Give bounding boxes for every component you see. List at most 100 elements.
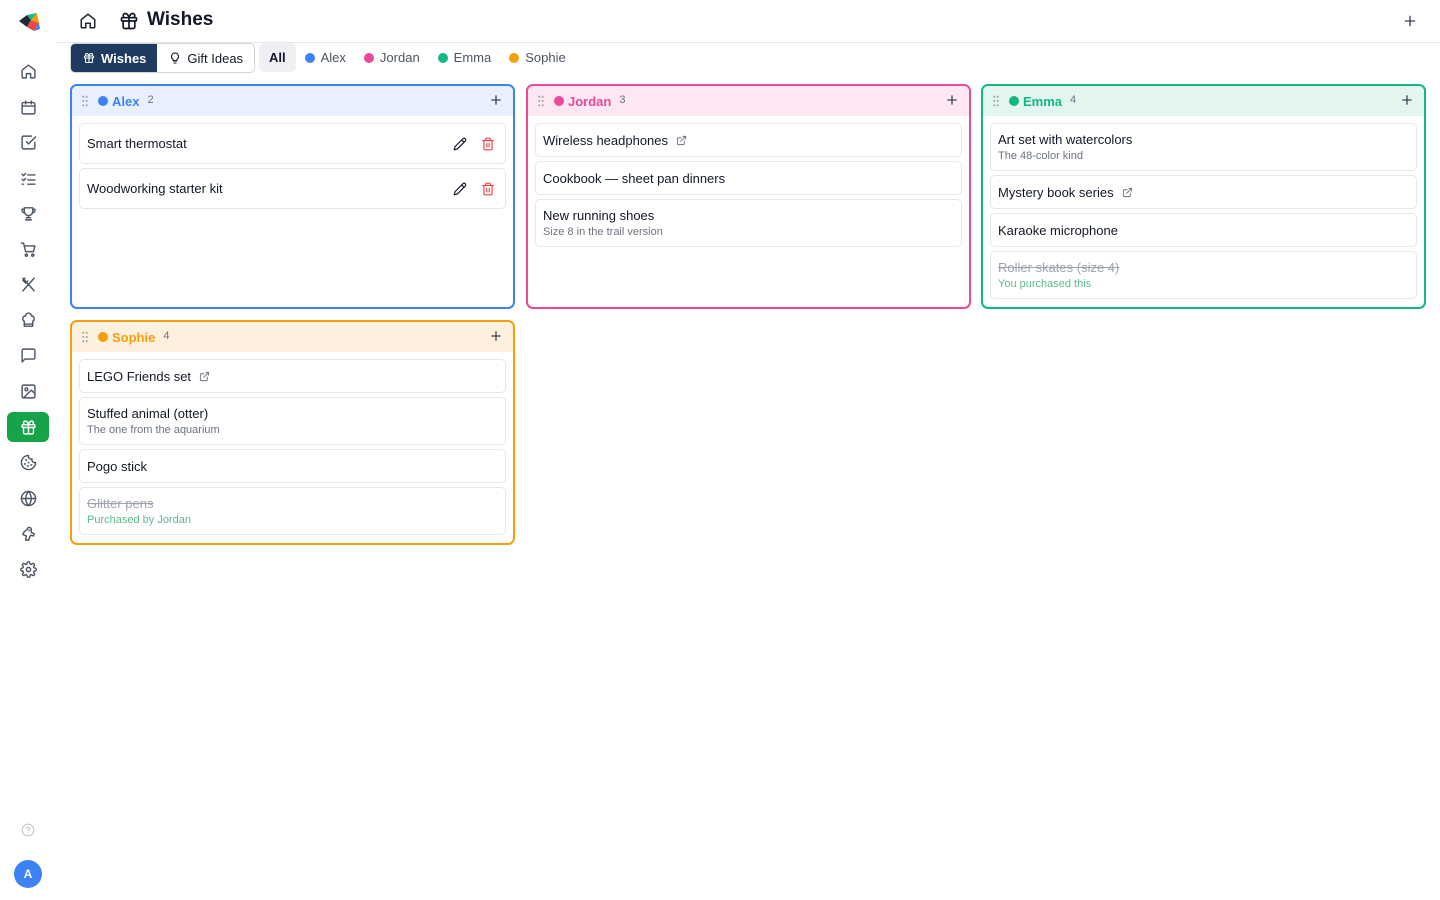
plus-icon[interactable] — [1402, 13, 1418, 29]
wish-title: Woodworking starter kit — [87, 181, 223, 196]
column-header: Sophie 4 — [72, 322, 513, 352]
item-actions — [453, 137, 495, 151]
column-name: Alex — [112, 93, 140, 109]
filter-alex-label: Alex — [320, 50, 346, 65]
wish-list: Smart thermostat Woodworking starter kit — [72, 116, 513, 216]
wish-item[interactable]: Woodworking starter kit — [79, 168, 506, 209]
wish-list: Wireless headphones Cookbook — sheet pan… — [528, 116, 969, 254]
column-name: Sophie — [112, 329, 156, 345]
nav-wishes[interactable] — [7, 412, 49, 442]
nav-lists[interactable] — [7, 163, 49, 193]
wish-list: LEGO Friends set Stuffed animal (otter) … — [72, 352, 513, 542]
plus-icon[interactable] — [489, 329, 503, 343]
page-header: Wishes — [56, 0, 1440, 43]
sidebar: A — [0, 0, 56, 900]
trash-icon[interactable] — [481, 137, 495, 151]
nav-rewards[interactable] — [7, 198, 49, 228]
wish-item[interactable]: New running shoes Size 8 in the trail ve… — [535, 199, 962, 247]
wish-title: Wireless headphones — [543, 133, 952, 148]
column-header: Jordan 3 — [528, 86, 969, 116]
plus-icon[interactable] — [1400, 93, 1414, 107]
message-icon — [20, 347, 36, 363]
wish-note: Size 8 in the trail version — [543, 226, 663, 238]
wish-title: Stuffed animal (otter) — [87, 406, 209, 421]
filter-emma[interactable]: Emma — [429, 43, 501, 72]
wish-item[interactable]: LEGO Friends set — [79, 359, 506, 393]
drag-handle-icon[interactable] — [536, 95, 546, 107]
view-toggle: Wishes Gift Ideas — [70, 43, 256, 73]
drag-handle-icon[interactable] — [80, 331, 90, 343]
color-dot — [554, 96, 564, 106]
color-dot — [98, 96, 108, 106]
checkbox-icon — [20, 134, 36, 150]
column-sophie: Sophie 4 LEGO Friends set Stuffed animal… — [70, 320, 515, 545]
wish-item-purchased[interactable]: Glitter pens Purchased by Jordan — [79, 487, 506, 535]
filter-alex[interactable]: Alex — [296, 43, 355, 72]
wish-list: Art set with watercolors The 48-color ki… — [983, 116, 1424, 306]
wish-title: Smart thermostat — [87, 136, 187, 151]
filter-sophie-label: Sophie — [525, 50, 566, 65]
purchase-status: Purchased by Jordan — [87, 514, 191, 526]
drag-handle-icon[interactable] — [991, 95, 1001, 107]
external-link-icon[interactable] — [199, 371, 210, 382]
dog-icon — [21, 526, 35, 541]
wishes-view-button[interactable]: Wishes — [71, 44, 158, 72]
purchase-status: You purchased this — [998, 278, 1092, 290]
nav-calendar[interactable] — [7, 92, 49, 122]
wish-item[interactable]: Wireless headphones — [535, 123, 962, 157]
user-avatar[interactable]: A — [14, 860, 42, 888]
wish-item-purchased[interactable]: Roller skates (size 4) You purchased thi… — [990, 251, 1417, 299]
person-filters: All Alex Jordan Emma Sophie — [259, 43, 575, 72]
home-icon — [20, 63, 36, 79]
nav-recipes[interactable] — [7, 305, 49, 335]
wish-title: LEGO Friends set — [87, 369, 496, 384]
column-emma: Emma 4 Art set with watercolors The 48-c… — [981, 84, 1426, 309]
filter-all-label: All — [269, 50, 286, 65]
wish-item[interactable]: Mystery book series — [990, 175, 1417, 209]
list-checks-icon — [20, 172, 36, 185]
filter-sophie[interactable]: Sophie — [500, 43, 574, 72]
gift-ideas-view-button[interactable]: Gift Ideas — [157, 44, 254, 72]
cookie-icon — [20, 454, 36, 470]
color-dot — [304, 52, 315, 63]
pencil-icon[interactable] — [453, 182, 467, 196]
nav-home[interactable] — [7, 56, 49, 86]
wish-title: Art set with watercolors — [998, 132, 1133, 147]
column-count: 2 — [147, 94, 154, 106]
nav-shopping[interactable] — [7, 234, 49, 264]
nav-messages[interactable] — [7, 340, 49, 370]
wish-item[interactable]: Pogo stick — [79, 449, 506, 483]
nav-snacks[interactable] — [7, 447, 49, 477]
external-link-icon[interactable] — [1122, 187, 1133, 198]
wish-item[interactable]: Stuffed animal (otter) The one from the … — [79, 397, 506, 445]
trash-icon[interactable] — [481, 182, 495, 196]
plus-icon[interactable] — [489, 93, 503, 107]
wish-item[interactable]: Cookbook — sheet pan dinners — [535, 161, 962, 195]
help-icon[interactable] — [21, 823, 35, 837]
nav-tasks[interactable] — [7, 127, 49, 157]
nav-pets[interactable] — [7, 519, 49, 549]
column-count: 4 — [1070, 94, 1077, 106]
wish-item[interactable]: Art set with watercolors The 48-color ki… — [990, 123, 1417, 171]
app-logo-icon[interactable] — [17, 11, 41, 33]
nav-meals[interactable] — [7, 269, 49, 299]
filter-all[interactable]: All — [259, 43, 296, 72]
filter-jordan[interactable]: Jordan — [355, 43, 429, 72]
wish-item[interactable]: Smart thermostat — [79, 123, 506, 164]
column-alex: Alex 2 Smart thermostat Woodworking star… — [70, 84, 515, 309]
wish-item[interactable]: Karaoke microphone — [990, 213, 1417, 247]
external-link-icon[interactable] — [676, 135, 687, 146]
chef-hat-icon — [21, 311, 35, 327]
plus-icon[interactable] — [945, 93, 959, 107]
nav-photos[interactable] — [7, 376, 49, 406]
nav-settings[interactable] — [7, 554, 49, 584]
home-icon[interactable] — [79, 12, 97, 30]
gift-icon — [120, 12, 138, 30]
globe-icon — [20, 490, 36, 506]
color-dot — [509, 52, 520, 63]
drag-handle-icon[interactable] — [80, 95, 90, 107]
pencil-icon[interactable] — [453, 137, 467, 151]
nav-travel[interactable] — [7, 483, 49, 513]
wish-note: The one from the aquarium — [87, 424, 220, 436]
wish-title: Cookbook — sheet pan dinners — [543, 170, 726, 186]
